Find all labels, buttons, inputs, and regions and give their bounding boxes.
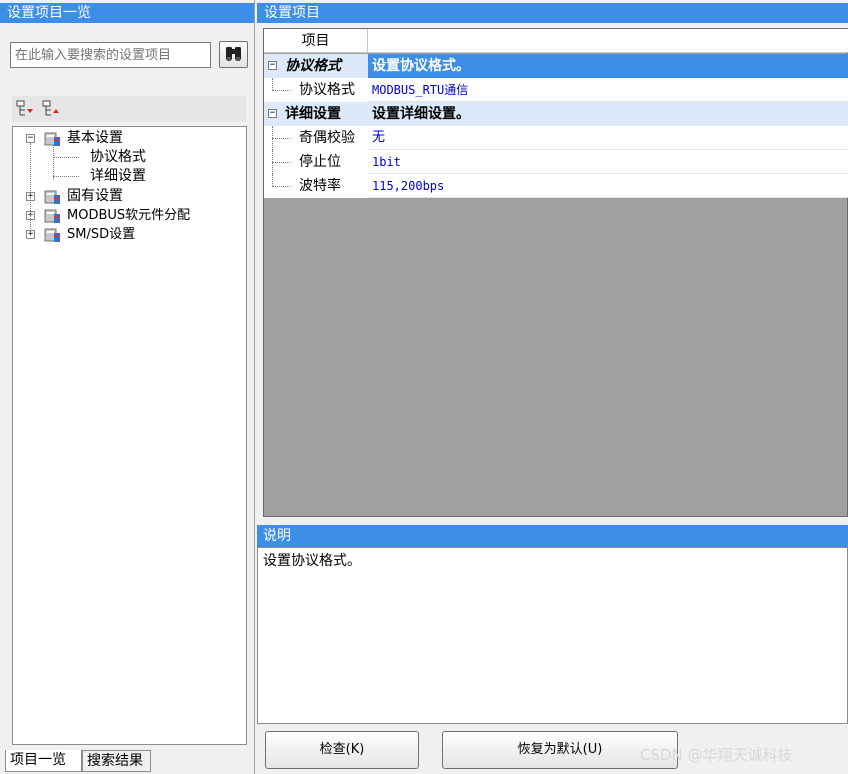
section-description: 设置详细设置。 bbox=[368, 102, 848, 126]
grid-row-stop-bit[interactable]: 停止位 1bit bbox=[264, 150, 848, 174]
settings-folder-icon bbox=[44, 209, 60, 223]
tree-node-detailed-settings[interactable]: 详细设置 bbox=[90, 167, 146, 186]
settings-folder-icon bbox=[44, 190, 60, 204]
collapse-all-icon[interactable] bbox=[42, 100, 60, 118]
tree-node-label: 详细设置 bbox=[90, 168, 146, 184]
grid-row-baud-rate[interactable]: 波特率 115,200bps bbox=[264, 174, 848, 198]
search-input[interactable] bbox=[10, 42, 211, 68]
grid-row-parity[interactable]: 奇偶校验 无 bbox=[264, 126, 848, 150]
section-label: 协议格式 bbox=[285, 58, 341, 74]
tree-connector bbox=[272, 162, 290, 163]
grid-row-protocol-format[interactable]: 协议格式 MODBUS_RTU通信 bbox=[264, 78, 848, 102]
section-description: 设置协议格式。 bbox=[368, 54, 848, 78]
collapse-toggle[interactable]: − bbox=[26, 134, 35, 143]
tree-connector bbox=[53, 176, 79, 177]
grid-item-name: 停止位 bbox=[264, 150, 368, 174]
binoculars-icon bbox=[226, 47, 241, 61]
settings-list-pane: 设置项目一览 − bbox=[0, 0, 255, 774]
watermark: CSDN @华翔天诚科技 bbox=[640, 746, 793, 764]
tree-connector bbox=[272, 174, 273, 186]
item-value[interactable]: 1bit bbox=[368, 150, 848, 174]
description-text: 设置协议格式。 bbox=[257, 547, 848, 724]
settings-folder-icon bbox=[44, 132, 60, 146]
settings-list-title: 设置项目一览 bbox=[0, 3, 254, 23]
tree-node-label: MODBUS软元件分配 bbox=[67, 208, 191, 223]
property-grid: 项目 − 协议格式 设置协议格式。 协议格式 MODBUS_RTU通信 − 详细… bbox=[263, 28, 848, 517]
tree-node-label: SM/SD设置 bbox=[67, 227, 136, 242]
item-label: 奇偶校验 bbox=[299, 130, 355, 146]
tree-connector bbox=[272, 186, 290, 187]
tree-node-basic-settings[interactable]: − 基本设置 bbox=[13, 129, 246, 148]
section-label: 详细设置 bbox=[285, 106, 341, 122]
item-value[interactable]: MODBUS_RTU通信 bbox=[368, 78, 848, 102]
tree-node-sm-sd[interactable]: + SM/SD设置 bbox=[13, 225, 246, 244]
tree-node-inherent-settings[interactable]: + 固有设置 bbox=[13, 187, 246, 206]
grid-section-name: − 详细设置 bbox=[264, 102, 368, 126]
item-label: 波特率 bbox=[299, 178, 341, 194]
item-label: 协议格式 bbox=[299, 82, 355, 98]
tree-connector bbox=[272, 78, 273, 90]
grid-item-name: 波特率 bbox=[264, 174, 368, 198]
expand-all-icon[interactable] bbox=[16, 100, 34, 118]
item-value[interactable]: 115,200bps bbox=[368, 174, 848, 198]
search-button[interactable] bbox=[219, 41, 248, 68]
tree-connector bbox=[30, 143, 31, 233]
tree-connector bbox=[53, 145, 54, 180]
grid-header-item: 项目 bbox=[264, 29, 368, 53]
grid-header: 项目 bbox=[264, 29, 848, 53]
check-button[interactable]: 检查(K) bbox=[265, 731, 419, 769]
collapse-toggle[interactable]: − bbox=[268, 61, 277, 70]
grid-item-name: 协议格式 bbox=[264, 78, 368, 102]
tree-connector bbox=[272, 138, 290, 139]
grid-section-detailed[interactable]: − 详细设置 设置详细设置。 bbox=[264, 102, 848, 126]
grid-section-name: − 协议格式 bbox=[264, 54, 368, 78]
item-value[interactable]: 无 bbox=[368, 126, 848, 150]
grid-item-name: 奇偶校验 bbox=[264, 126, 368, 150]
tree-node-modbus[interactable]: + MODBUS软元件分配 bbox=[13, 206, 246, 225]
tree-connector bbox=[272, 90, 290, 91]
tab-item-list[interactable]: 项目一览 bbox=[5, 750, 82, 772]
tree-toolbar bbox=[12, 96, 246, 122]
tree-node-protocol-format[interactable]: 协议格式 bbox=[90, 148, 146, 167]
tree-node-label: 固有设置 bbox=[67, 188, 123, 204]
item-label: 停止位 bbox=[299, 154, 341, 170]
settings-tree: − 基本设置 协议格式 详细设置 + 固有设置 + MODBUS软元件分配 + … bbox=[12, 126, 247, 745]
tree-connector bbox=[53, 157, 79, 158]
description-title: 说明 bbox=[257, 525, 848, 547]
settings-folder-icon bbox=[44, 228, 60, 242]
settings-items-title: 设置项目 bbox=[257, 3, 848, 23]
tree-node-label: 协议格式 bbox=[90, 149, 146, 165]
tree-node-label: 基本设置 bbox=[67, 130, 123, 146]
grid-section-protocol[interactable]: − 协议格式 设置协议格式。 bbox=[264, 54, 848, 78]
collapse-toggle[interactable]: − bbox=[268, 109, 277, 118]
tab-search-results[interactable]: 搜索结果 bbox=[82, 750, 151, 772]
